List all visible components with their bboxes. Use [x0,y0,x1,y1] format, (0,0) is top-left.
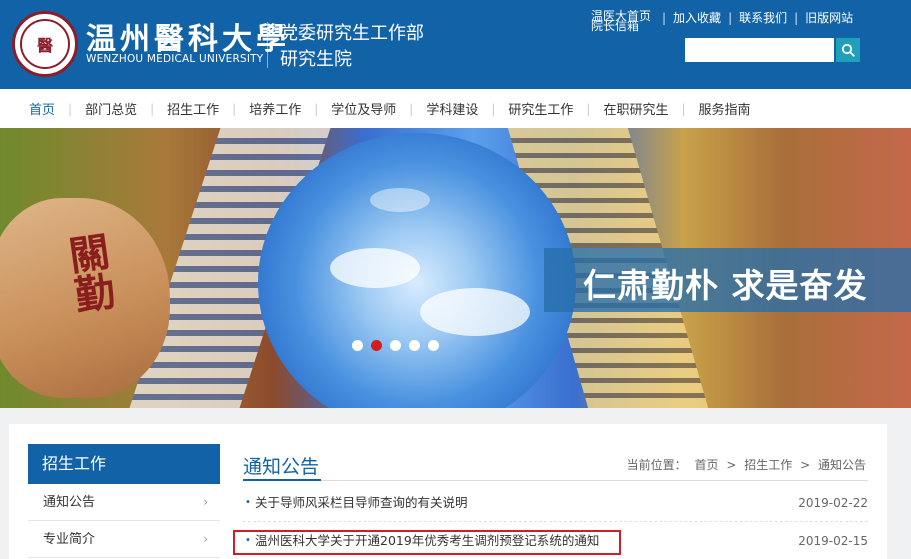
seal-inner: 醫 [20,19,70,69]
toplink-separator: | [662,11,667,25]
highlight-box [233,530,621,555]
breadcrumb-prefix: 当前位置： [626,458,687,472]
toplink-separator: | [794,11,799,25]
sidebar-item-label: 通知公告 [43,495,96,510]
department-name: 党委研究生工作部 [280,23,424,44]
breadcrumb-separator: > [800,458,811,472]
search-input[interactable] [685,38,834,62]
nav-separator: | [409,101,414,116]
nav-separator: | [232,101,237,116]
section-title: 通知公告 [243,456,320,478]
banner-cloud [420,288,530,336]
sidebar-item-notices[interactable]: 通知公告 › [28,484,220,521]
overlapping-links: 温医大首页 院长信箱 [591,10,655,33]
nav-training[interactable]: 培养工作 [249,99,301,118]
breadcrumb: 当前位置： 首页 > 招生工作 > 通知公告 [625,456,868,473]
breadcrumb-home[interactable]: 首页 [695,458,719,472]
carousel-dot[interactable] [371,340,382,351]
top-links: 温医大首页 院长信箱 | 加入收藏 | 联系我们 | 旧版网站 [591,10,853,33]
nav-separator: | [586,101,591,116]
nav-part-time[interactable]: 在职研究生 [603,99,668,118]
chevron-right-icon: › [203,532,208,546]
banner-slogan: 仁肃勤朴 求是奋发 [583,266,868,305]
sidebar-item-majors[interactable]: 专业简介 › [28,521,220,558]
stone-inscription: 關勤 [59,230,118,316]
banner-cloud [330,248,420,288]
chevron-right-icon: › [203,495,208,509]
site-header: 醫 温州醫科大學 WENZHOU MEDICAL UNIVERSITY 党委研究… [0,0,911,89]
news-item[interactable]: • 关于导师风采栏目导师查询的有关说明 2019-02-22 [243,484,868,522]
link-old-site[interactable]: 旧版网站 [805,11,853,25]
carousel-dot[interactable] [352,340,363,351]
breadcrumb-notices[interactable]: 通知公告 [818,458,866,472]
carousel-dot[interactable] [390,340,401,351]
nav-service-guide[interactable]: 服务指南 [699,99,751,118]
carousel-dot[interactable] [409,340,420,351]
sidebar-title: 招生工作 [28,444,220,484]
nav-discipline[interactable]: 学科建设 [426,99,478,118]
nav-separator: | [68,101,73,116]
nav-separator: | [681,101,686,116]
nav-separator: | [314,101,319,116]
nav-departments[interactable]: 部门总览 [85,99,137,118]
seal-char: 醫 [36,36,53,55]
news-title[interactable]: 关于导师风采栏目导师查询的有关说明 [255,484,468,522]
sidebar-item-label: 专业简介 [43,532,96,547]
link-president-mailbox[interactable]: 院长信箱 [591,20,639,32]
link-add-favorite[interactable]: 加入收藏 [673,11,721,25]
breadcrumb-admissions[interactable]: 招生工作 [744,458,792,472]
nav-home[interactable]: 首页 [29,99,55,118]
banner-cloud [370,188,430,212]
graduate-school-name: 研究生院 [280,49,352,70]
nav-separator: | [491,101,496,116]
university-name-cn[interactable]: 温州醫科大學 [86,14,290,58]
toplink-separator: | [728,11,733,25]
hero-banner[interactable]: 關勤 仁肃勤朴 求是奋发 [0,128,911,408]
title-underline [243,480,868,481]
link-contact-us[interactable]: 联系我们 [739,11,787,25]
nav-separator: | [150,101,155,116]
nav-admissions[interactable]: 招生工作 [167,99,219,118]
header-divider [267,22,268,68]
university-seal-logo[interactable]: 醫 [12,11,78,77]
bullet-icon: • [245,497,251,508]
nav-student-affairs[interactable]: 研究生工作 [508,99,573,118]
main-nav: 首页 | 部门总览 | 招生工作 | 培养工作 | 学位及导师 | 学科建设 |… [0,89,911,128]
search-icon [841,43,855,57]
carousel-dots [352,340,447,351]
title-accent-bar [243,479,321,481]
university-name-en: WENZHOU MEDICAL UNIVERSITY [86,53,264,65]
carousel-dot[interactable] [428,340,439,351]
news-date: 2019-02-15 [798,534,868,548]
search-button[interactable] [836,38,860,62]
breadcrumb-separator: > [726,458,737,472]
news-date: 2019-02-22 [798,496,868,510]
nav-degree-advisors[interactable]: 学位及导师 [331,99,396,118]
